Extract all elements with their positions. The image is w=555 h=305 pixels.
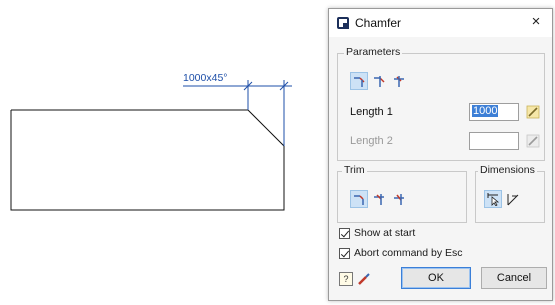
show-at-start-label: Show at start — [354, 227, 416, 239]
close-button[interactable]: × — [526, 12, 546, 32]
abort-by-esc-label: Abort command by Esc — [354, 247, 463, 259]
pencil-disabled-icon — [526, 134, 540, 148]
cancel-button[interactable]: Cancel — [481, 267, 547, 289]
chamfer-drawing — [10, 80, 292, 211]
abort-by-esc-option[interactable]: Abort command by Esc — [339, 247, 463, 259]
parameters-group: Parameters Length 1 1000 Length 2 — [337, 46, 545, 161]
length2-input[interactable] — [469, 132, 519, 150]
dimension-label: 1000x45° — [183, 72, 228, 84]
trim-first-button[interactable] — [370, 190, 388, 208]
trim-none-button[interactable] — [390, 190, 408, 208]
length1-label: Length 1 — [350, 106, 393, 118]
show-at-start-option[interactable]: Show at start — [339, 227, 415, 239]
length2-pick-button[interactable] — [524, 132, 542, 150]
drawing-canvas[interactable]: 1000x45° — [0, 0, 320, 302]
trim-group-label: Trim — [342, 164, 367, 176]
abort-by-esc-checkbox[interactable] — [339, 247, 350, 259]
dimensions-group: Dimensions — [475, 164, 545, 223]
trim-both-button[interactable] — [350, 190, 368, 208]
length2-label: Length 2 — [350, 135, 393, 147]
trim-none-icon — [394, 194, 404, 205]
chamfered-rectangle — [10, 109, 285, 211]
chamfer-length-angle-icon — [354, 77, 365, 87]
length1-value: 1000 — [472, 105, 499, 117]
chamfer-mode-length-angle-button[interactable] — [350, 72, 368, 90]
dialog-title: Chamfer — [355, 16, 402, 30]
show-at-start-checkbox[interactable] — [339, 227, 350, 239]
dialog-titlebar[interactable]: Chamfer × — [329, 9, 552, 37]
parameters-group-label: Parameters — [344, 46, 403, 58]
pencil-icon — [526, 105, 540, 119]
chamfer-two-lengths-icon — [374, 76, 385, 87]
dimension-cursor-icon — [487, 193, 500, 206]
length1-input[interactable]: 1000 — [469, 103, 519, 121]
dimensions-group-label: Dimensions — [478, 164, 537, 176]
chamfer-dialog: Chamfer × Parameters Length 1 1000 Lengt… — [328, 8, 553, 301]
ok-button[interactable]: OK — [401, 267, 471, 289]
chamfer-distance-icon — [394, 76, 404, 87]
dimensions-on-button[interactable] — [484, 190, 502, 208]
trim-first-icon — [374, 194, 384, 205]
dimensions-off-button[interactable] — [504, 190, 522, 208]
chamfer-mode-two-lengths-button[interactable] — [370, 72, 388, 90]
trim-both-icon — [354, 195, 364, 205]
chamfer-app-icon — [337, 17, 349, 29]
chamfer-mode-distance-button[interactable] — [390, 72, 408, 90]
brush-icon[interactable] — [357, 272, 371, 286]
dimension-angle-icon — [507, 194, 519, 206]
trim-group: Trim — [337, 164, 467, 223]
length1-pick-button[interactable] — [524, 103, 542, 121]
help-icon[interactable]: ? — [339, 272, 353, 286]
